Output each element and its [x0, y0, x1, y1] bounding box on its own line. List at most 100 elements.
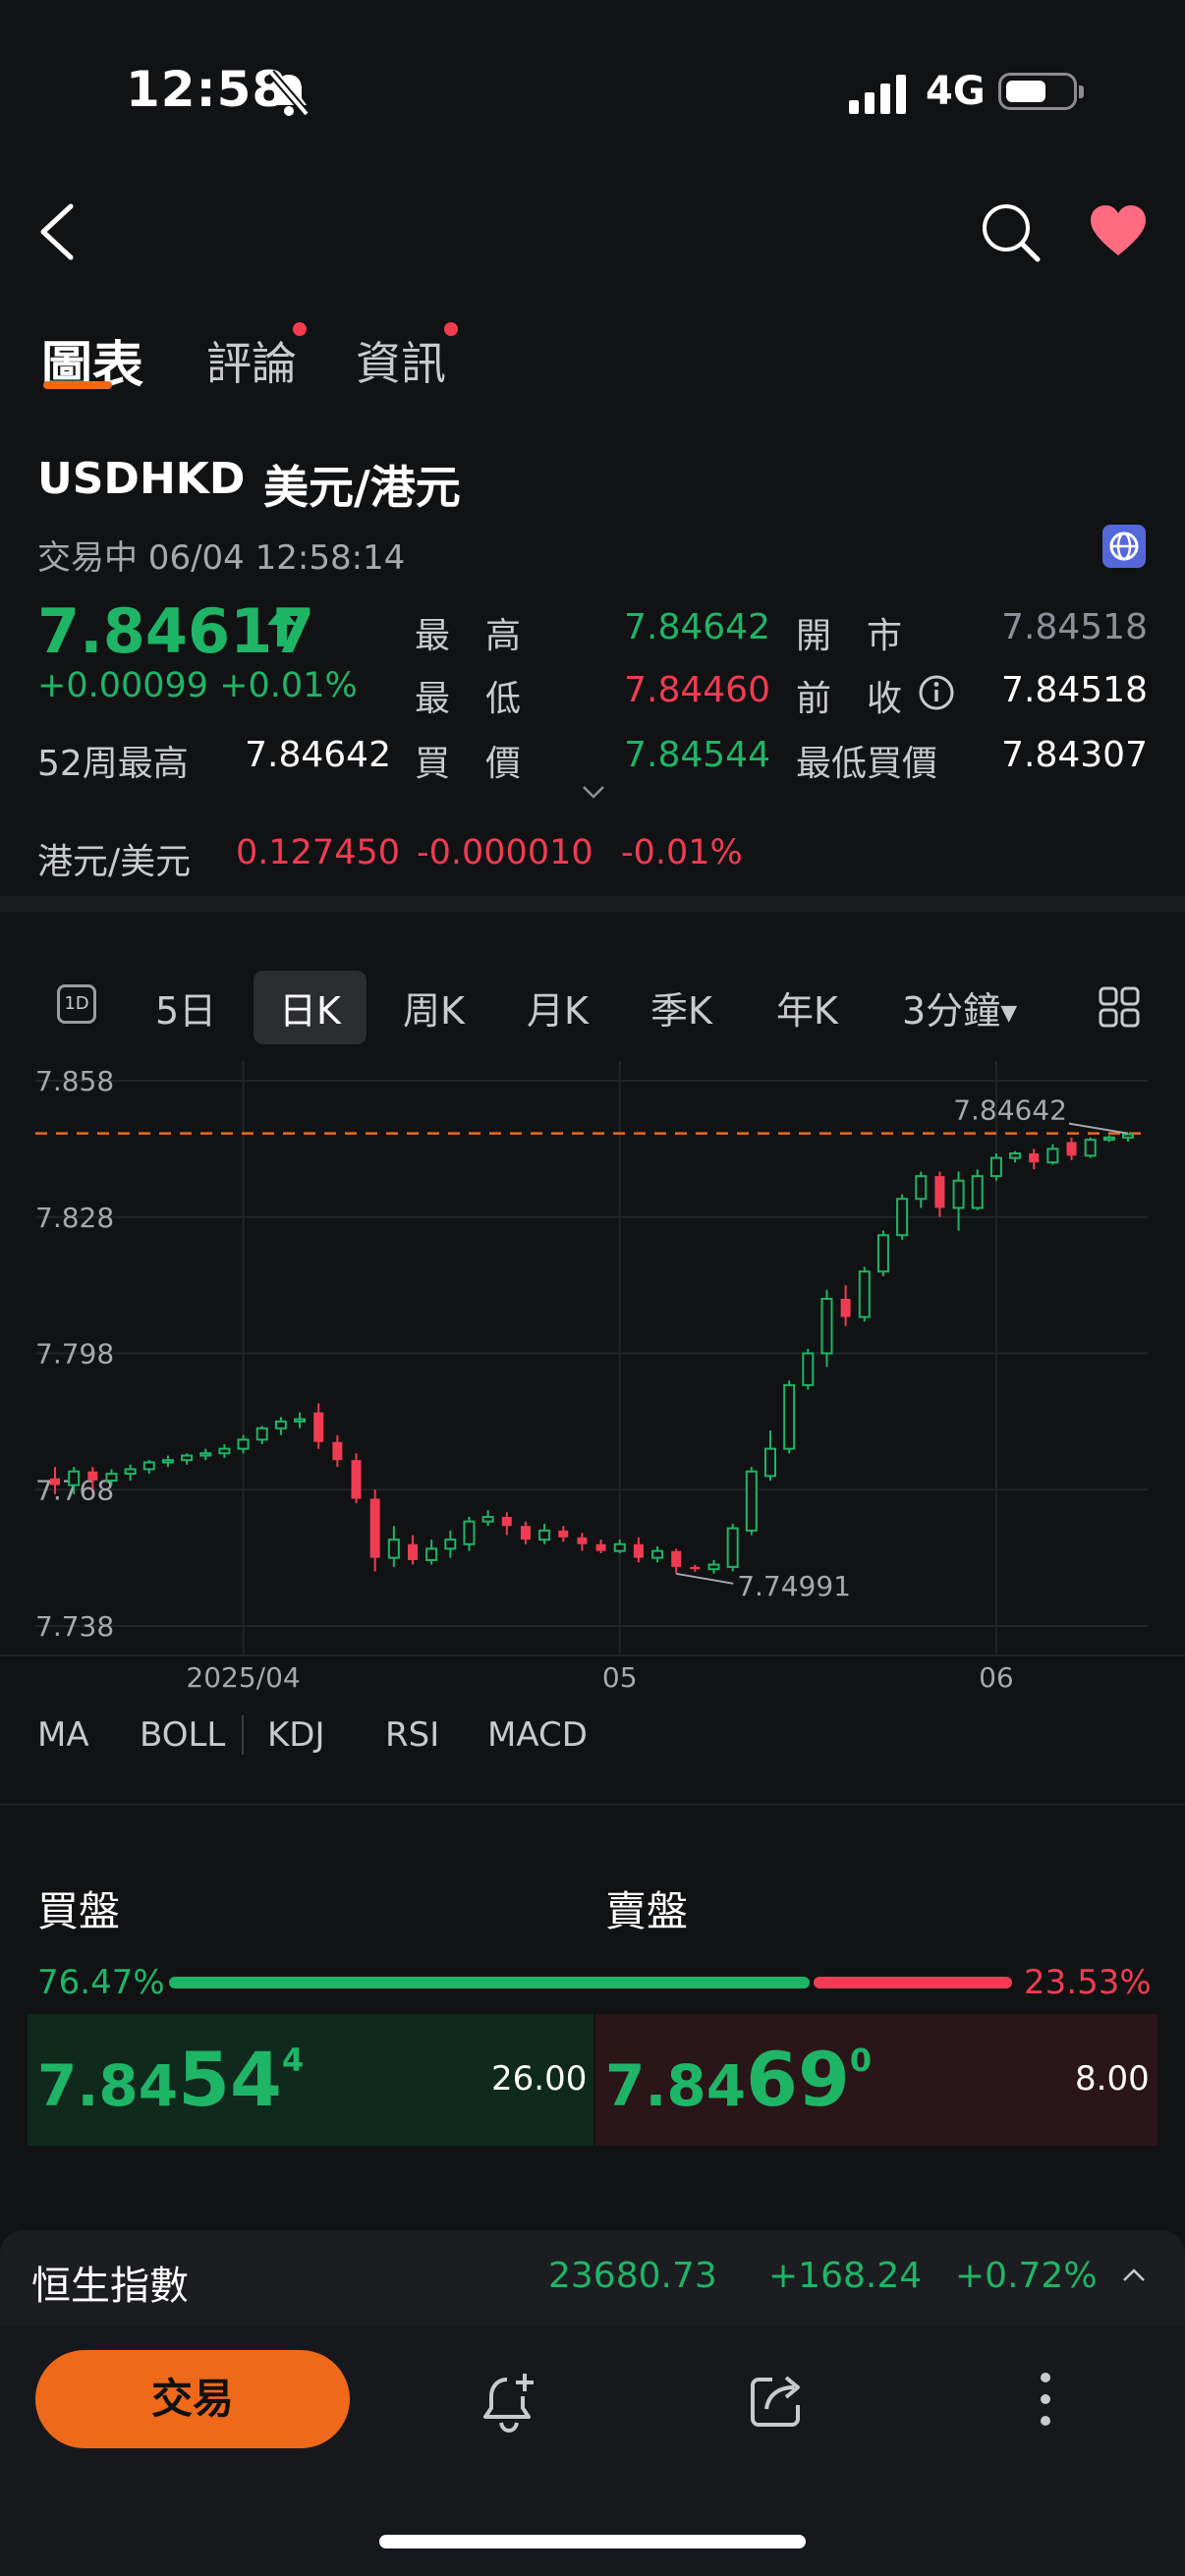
candle-body [1084, 1139, 1097, 1157]
candle-body [1046, 1148, 1059, 1164]
candle-body [558, 1530, 569, 1538]
indicator-boll[interactable]: BOLL [140, 1715, 225, 1755]
bid-price-head: 7.84 [37, 2052, 179, 2119]
chevron-down-icon[interactable] [582, 784, 605, 804]
y-tick-label: 7.828 [35, 1202, 114, 1234]
index-value: 23680.73 [548, 2256, 717, 2296]
candle-body [783, 1383, 796, 1450]
candle-body [876, 1234, 889, 1273]
high-label: 最 高 [415, 616, 522, 656]
trading-status: 交易中 06/04 12:58:14 [37, 538, 406, 578]
indicator-separator [242, 1715, 244, 1755]
bell-muted-icon [265, 69, 312, 122]
index-change: +168.24 [768, 2256, 923, 2296]
network-type: 4G [926, 69, 986, 114]
week52-high-value: 7.84642 [245, 735, 391, 775]
x-tick-label: 05 [602, 1661, 638, 1690]
low-marker-line [676, 1572, 734, 1585]
period-monthly[interactable]: 月K [527, 980, 589, 1035]
candle-body [1122, 1133, 1134, 1139]
bid-price-tail: 4 [281, 2042, 305, 2079]
candle-body [351, 1460, 362, 1499]
caret-down-icon: ▼ [1000, 1001, 1018, 1026]
divider [0, 1804, 1185, 1806]
candle-body [934, 1176, 945, 1208]
high-marker-line [1068, 1122, 1129, 1135]
period-daily[interactable]: 日K [254, 971, 367, 1044]
candle-body [444, 1539, 457, 1550]
chevron-up-icon[interactable] [1122, 2268, 1146, 2287]
ask-price-big: 69 [746, 2036, 850, 2123]
back-icon[interactable] [37, 202, 77, 265]
candle-body [690, 1566, 701, 1570]
y-tick-label: 7.858 [35, 1065, 114, 1097]
favorite-heart-icon[interactable] [1089, 204, 1148, 261]
candle-body [105, 1473, 118, 1482]
indicator-ma[interactable]: MA [37, 1715, 89, 1755]
intraday-1d-icon[interactable]: 1D [57, 984, 96, 1024]
index-name: 恒生指數 [31, 2264, 189, 2309]
candle-body [538, 1529, 551, 1541]
ask-side-title: 賣盤 [605, 1887, 689, 1935]
change-pct: +0.01% [219, 666, 358, 705]
candle-body [671, 1550, 682, 1567]
candle-body [764, 1447, 776, 1478]
globe-icon[interactable] [1102, 525, 1146, 568]
period-3min[interactable]: 3分鐘▼ [902, 980, 1017, 1035]
indicator-rsi[interactable]: RSI [385, 1715, 439, 1755]
cross-rate-label: 港元/美元 [37, 842, 192, 882]
grid-layout-icon[interactable] [1099, 986, 1140, 1032]
candle-body [613, 1542, 626, 1552]
home-indicator [379, 2535, 806, 2548]
candle-body [408, 1543, 418, 1560]
week52-high-label: 52周最高 [37, 744, 189, 784]
search-icon[interactable] [979, 200, 1042, 267]
open-label: 開 市 [796, 616, 903, 656]
tab-comments[interactable]: 評論 [206, 328, 297, 393]
candlestick-chart[interactable]: 7.8587.8287.7987.7687.7382025/04 05 067.84… [0, 1061, 1185, 1690]
open-value: 7.84518 [1001, 607, 1148, 647]
y-tick-label: 7.798 [35, 1338, 114, 1371]
best-ask-price: 7.84690 [605, 2036, 872, 2123]
share-icon[interactable] [749, 2372, 806, 2433]
bid-value: 7.84544 [624, 735, 770, 775]
period-weekly[interactable]: 周K [403, 980, 465, 1035]
period-quarterly[interactable]: 季K [650, 980, 712, 1035]
period-5d[interactable]: 5日 [155, 980, 216, 1035]
more-vertical-icon[interactable] [1038, 2370, 1053, 2433]
trade-button[interactable]: 交易 [35, 2350, 350, 2448]
candle-body [989, 1156, 1002, 1178]
high-value: 7.84642 [624, 607, 770, 647]
ask-price-tail: 0 [849, 2042, 873, 2079]
candle-body [1029, 1153, 1040, 1163]
add-alert-bell-icon[interactable] [480, 2370, 540, 2436]
candle-body [858, 1270, 871, 1318]
candle-body [294, 1418, 307, 1423]
change-value: +0.00099 [37, 666, 209, 705]
candle-body [313, 1412, 324, 1442]
best-ask-qty: 8.00 [1075, 2059, 1150, 2099]
news-notification-dot [444, 322, 458, 336]
best-bid-price: 7.84544 [37, 2036, 304, 2123]
info-icon[interactable] [918, 674, 955, 715]
candle-body [161, 1459, 174, 1464]
candle-body [745, 1470, 758, 1532]
x-tick-label: 06 [979, 1661, 1014, 1690]
indicator-kdj[interactable]: KDJ [267, 1715, 325, 1755]
cross-rate-change-pct: -0.01% [621, 833, 743, 872]
period-yearly[interactable]: 年K [776, 980, 838, 1035]
candle-body [840, 1299, 851, 1317]
candle-body [726, 1527, 739, 1568]
candle-body [896, 1198, 909, 1237]
up-arrow-icon [267, 607, 297, 650]
low-marker-label: 7.74991 [737, 1570, 851, 1602]
candle-body [577, 1537, 588, 1544]
tab-news[interactable]: 資訊 [356, 328, 446, 393]
candle-body [50, 1478, 60, 1485]
candle-body [481, 1516, 494, 1523]
ask-price-head: 7.84 [605, 2052, 747, 2119]
indicator-macd[interactable]: MACD [487, 1715, 588, 1755]
candle-body [68, 1470, 81, 1486]
candle-body [633, 1543, 644, 1558]
battery-icon [998, 73, 1084, 110]
